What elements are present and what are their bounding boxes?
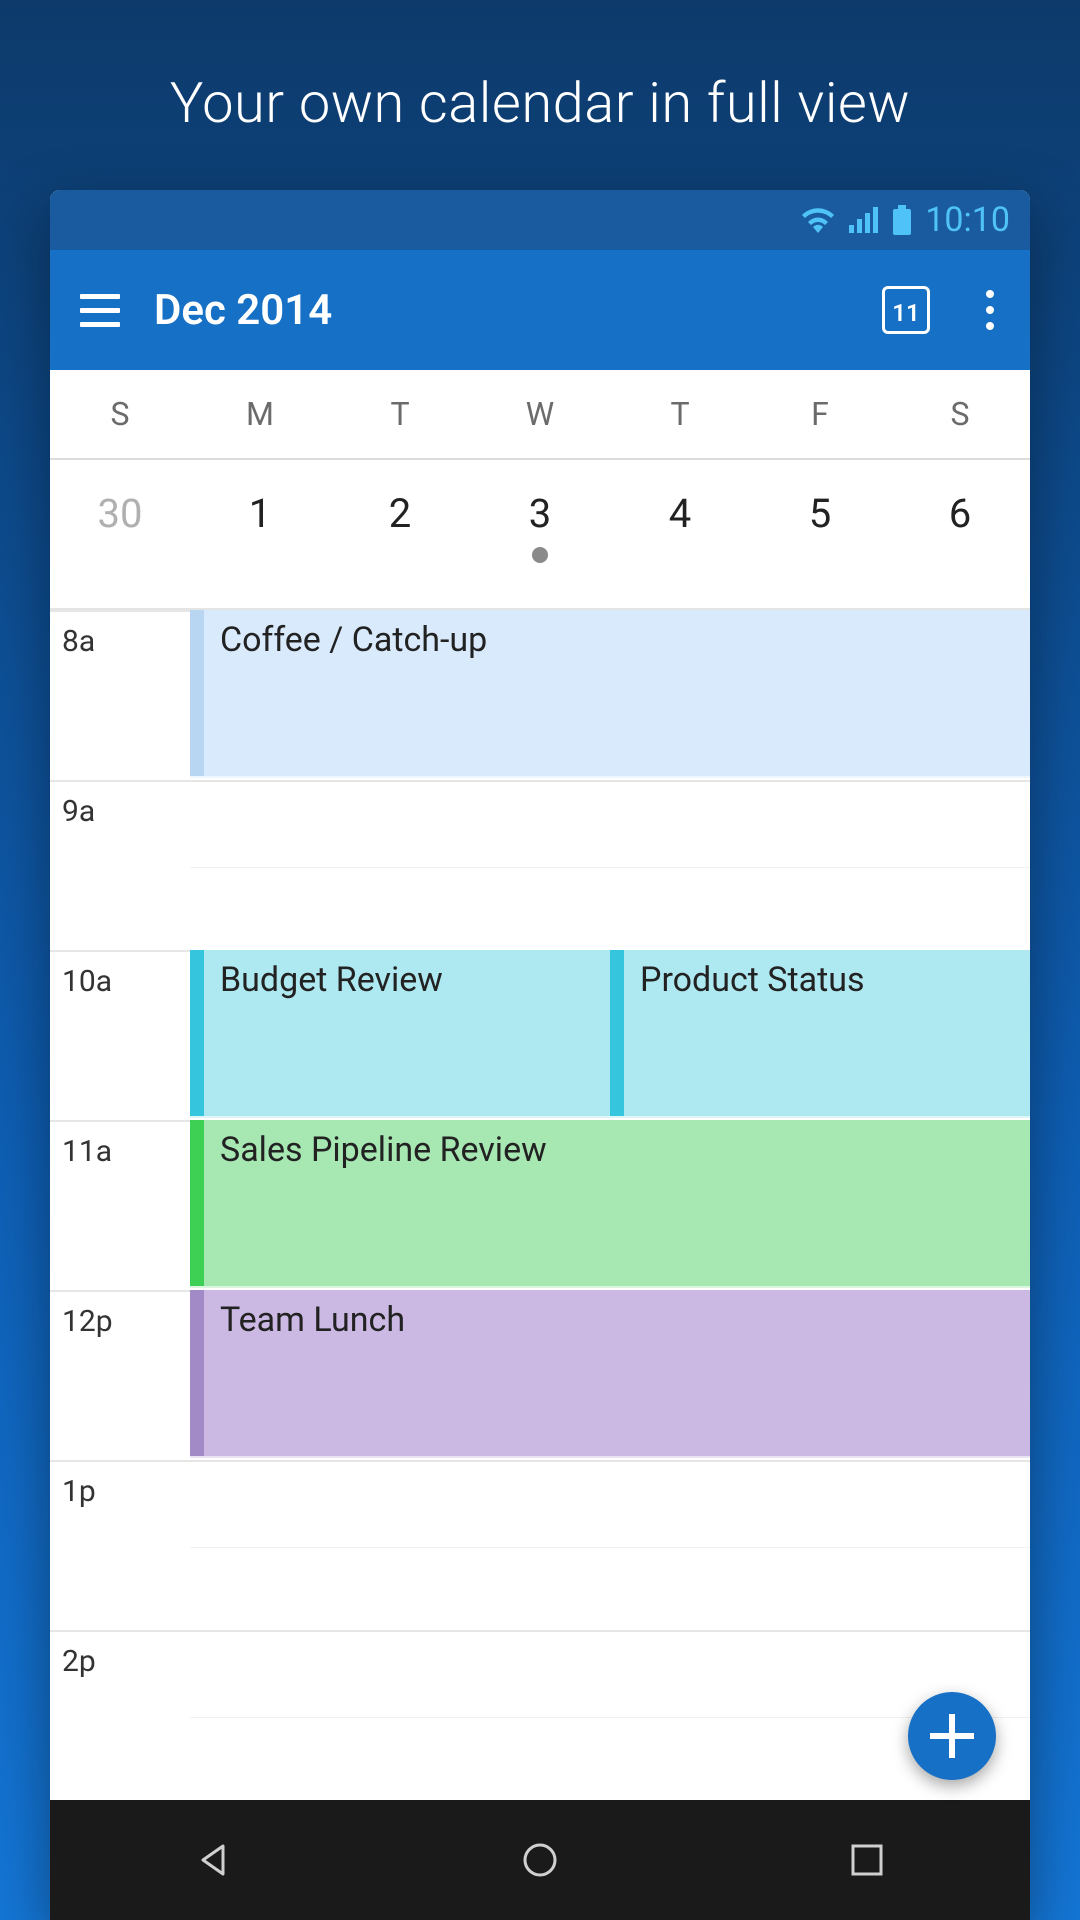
app-bar: Dec 2014 11 bbox=[50, 250, 1030, 370]
hour-row: 1p bbox=[50, 1460, 1030, 1630]
event-title: Sales Pipeline Review bbox=[204, 1120, 1030, 1286]
weekday-label: T bbox=[330, 370, 470, 458]
event-accent bbox=[610, 950, 624, 1116]
event-accent bbox=[190, 950, 204, 1116]
date-cell[interactable]: 30 bbox=[50, 460, 190, 608]
android-nav-bar bbox=[50, 1800, 1030, 1920]
weekday-label: T bbox=[610, 370, 750, 458]
date-number: 5 bbox=[809, 490, 831, 537]
date-number: 30 bbox=[98, 490, 143, 537]
hour-row: 9a bbox=[50, 780, 1030, 950]
calendar-event[interactable]: Team Lunch bbox=[190, 1290, 1030, 1458]
weekday-label: W bbox=[470, 370, 610, 458]
calendar-event[interactable]: Product Status bbox=[610, 950, 1030, 1118]
signal-icon bbox=[849, 207, 879, 233]
weekday-label: S bbox=[50, 370, 190, 458]
date-number: 6 bbox=[949, 490, 971, 537]
half-hour-line bbox=[190, 867, 1030, 868]
date-cell[interactable]: 4 bbox=[610, 460, 750, 608]
status-time: 10:10 bbox=[925, 200, 1010, 240]
appbar-title[interactable]: Dec 2014 bbox=[154, 286, 858, 335]
event-accent bbox=[190, 610, 204, 776]
date-number: 1 bbox=[249, 490, 271, 537]
event-title: Product Status bbox=[624, 950, 1030, 1116]
wifi-icon bbox=[801, 207, 835, 233]
date-number: 4 bbox=[669, 490, 691, 537]
device-frame: 10:10 Dec 2014 11 SMTWTFS 30123456 8a9a1… bbox=[50, 190, 1030, 1920]
calendar-event[interactable]: Budget Review bbox=[190, 950, 610, 1118]
schedule-grid[interactable]: 8a 9a 10a 11a 12p 1p 2p Coffee / Catch-up Budget… bbox=[50, 610, 1030, 1800]
nav-recents-icon[interactable] bbox=[797, 1830, 937, 1890]
hour-label: 10a bbox=[62, 964, 112, 999]
weekday-header: SMTWTFS bbox=[50, 370, 1030, 460]
weekday-label: M bbox=[190, 370, 330, 458]
nav-back-icon[interactable] bbox=[143, 1830, 283, 1890]
status-bar: 10:10 bbox=[50, 190, 1030, 250]
hour-label: 11a bbox=[62, 1134, 112, 1169]
date-cell[interactable]: 5 bbox=[750, 460, 890, 608]
hour-label: 9a bbox=[62, 794, 95, 829]
weekday-label: F bbox=[750, 370, 890, 458]
event-accent bbox=[190, 1290, 204, 1456]
nav-home-icon[interactable] bbox=[470, 1830, 610, 1890]
event-title: Budget Review bbox=[204, 950, 610, 1116]
date-cell[interactable]: 6 bbox=[890, 460, 1030, 608]
promo-title: Your own calendar in full view bbox=[0, 0, 1080, 176]
weekday-label: S bbox=[890, 370, 1030, 458]
date-cell[interactable]: 3 bbox=[470, 460, 610, 608]
today-button[interactable]: 11 bbox=[882, 286, 930, 334]
date-cell[interactable]: 1 bbox=[190, 460, 330, 608]
hour-label: 1p bbox=[62, 1474, 96, 1509]
overflow-menu-icon[interactable] bbox=[970, 286, 1010, 334]
event-title: Coffee / Catch-up bbox=[204, 610, 1030, 776]
event-accent bbox=[190, 1120, 204, 1286]
hour-label: 8a bbox=[62, 624, 95, 659]
calendar-event[interactable]: Sales Pipeline Review bbox=[190, 1120, 1030, 1288]
hamburger-icon[interactable] bbox=[70, 280, 130, 340]
hour-label: 12p bbox=[62, 1304, 113, 1339]
date-number: 3 bbox=[529, 490, 551, 537]
today-indicator-dot bbox=[532, 547, 548, 563]
event-title: Team Lunch bbox=[204, 1290, 1030, 1456]
add-event-button[interactable] bbox=[908, 1692, 996, 1780]
half-hour-line bbox=[190, 1717, 1030, 1718]
date-number: 2 bbox=[389, 490, 411, 537]
hour-row: 2p bbox=[50, 1630, 1030, 1800]
calendar-event[interactable]: Coffee / Catch-up bbox=[190, 610, 1030, 778]
battery-icon bbox=[893, 205, 911, 235]
half-hour-line bbox=[190, 1547, 1030, 1548]
week-dates-row: 30 1 2 3 4 5 6 bbox=[50, 460, 1030, 610]
date-cell[interactable]: 2 bbox=[330, 460, 470, 608]
hour-label: 2p bbox=[62, 1644, 96, 1679]
